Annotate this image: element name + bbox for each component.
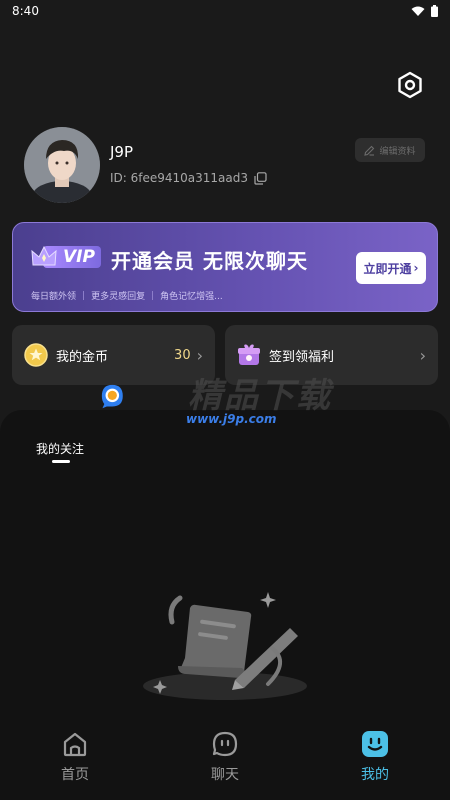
- edit-profile-button[interactable]: 编辑资料: [355, 138, 425, 162]
- vip-perk: 每日额外领: [31, 292, 77, 302]
- chat-icon: [212, 731, 238, 757]
- coin-count: 30: [174, 347, 191, 363]
- nav-item-home[interactable]: 首页: [0, 722, 150, 800]
- vip-open-label: 立即开通: [363, 261, 412, 276]
- bottom-nav: 首页 聊天 我的: [0, 722, 450, 800]
- vip-perks: 每日额外领 | 更多灵感回复 | 角色记忆增强...: [31, 289, 223, 303]
- nav-label-home: 首页: [61, 767, 89, 783]
- nav-label-chat: 聊天: [211, 767, 239, 783]
- empty-state-illustration: [143, 592, 307, 700]
- coin-icon: [24, 343, 48, 367]
- tab-my-follows[interactable]: 我的关注: [36, 440, 84, 457]
- tab-active-indicator: [52, 460, 70, 463]
- watermark-url: www.j9p.com: [186, 412, 277, 426]
- vip-perk: 角色记忆增强...: [160, 292, 223, 302]
- username: J9P: [110, 143, 134, 161]
- status-time: 8:40: [12, 4, 39, 18]
- settings-button[interactable]: [395, 70, 425, 100]
- battery-icon: [431, 5, 438, 17]
- vip-badge: VIP: [31, 245, 101, 269]
- profile-smile-icon: [362, 731, 388, 757]
- vip-perk: 更多灵感回复: [91, 292, 146, 302]
- vip-open-button[interactable]: 立即开通 ›: [356, 252, 426, 284]
- vip-title: 开通会员 无限次聊天: [111, 249, 308, 273]
- edit-pencil-icon: [364, 145, 375, 156]
- my-coins-label: 我的金币: [56, 349, 109, 365]
- signin-rewards-label: 签到领福利: [269, 349, 335, 365]
- wifi-icon: [411, 6, 425, 16]
- avatar[interactable]: [24, 127, 100, 203]
- nav-label-profile: 我的: [361, 767, 389, 783]
- chevron-right-icon: ›: [419, 345, 426, 365]
- my-coins-card[interactable]: 我的金币 30 ›: [12, 325, 215, 385]
- user-id: ID: 6fee9410a311aad3: [110, 171, 249, 185]
- avatar-portrait-icon: [24, 127, 100, 203]
- copy-icon[interactable]: [254, 171, 267, 185]
- status-icons: [411, 5, 438, 17]
- edit-profile-label: 编辑资料: [379, 146, 416, 157]
- watermark-brand: 精品下载: [188, 376, 332, 416]
- status-bar: 8:40: [0, 0, 450, 22]
- user-id-row: ID: 6fee9410a311aad3: [110, 171, 267, 185]
- nav-item-chat[interactable]: 聊天: [150, 722, 300, 800]
- chevron-right-icon: ›: [413, 261, 419, 275]
- home-icon: [63, 732, 87, 757]
- chevron-right-icon: ›: [196, 345, 203, 365]
- settings-hexagon-icon: [398, 71, 422, 99]
- vip-perk-separator: |: [151, 290, 155, 301]
- gift-box-icon: [238, 344, 260, 365]
- nav-item-profile[interactable]: 我的: [300, 722, 450, 800]
- crown-icon: [31, 245, 57, 266]
- vip-banner[interactable]: VIP 开通会员 无限次聊天 立即开通 › 每日额外领 | 更多灵感回复 | 角…: [12, 222, 438, 312]
- vip-perk-separator: |: [82, 290, 86, 301]
